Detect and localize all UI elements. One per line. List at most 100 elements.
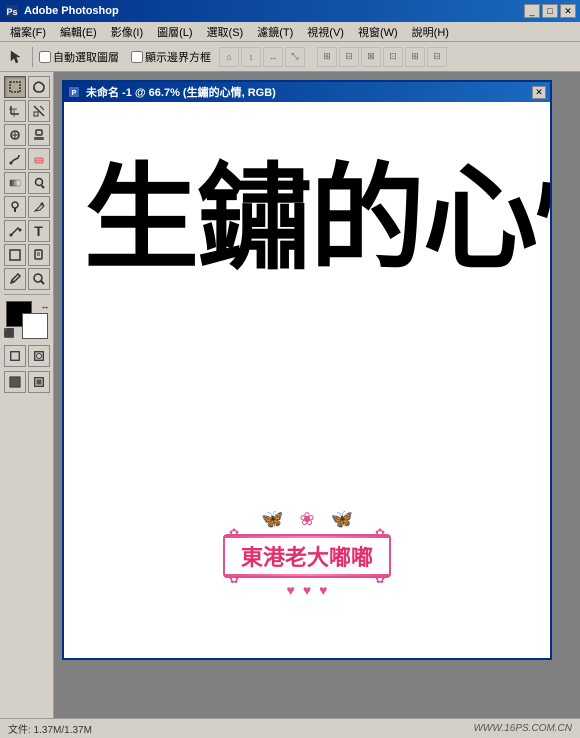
align-btn-2[interactable]: ⊟ [339,47,359,67]
bottom-heart-deco: ♥ ♥ ♥ [287,582,328,598]
crop-tool[interactable] [4,100,26,122]
menu-edit[interactable]: 編輯(E) [54,22,103,42]
full-screen-btn[interactable] [28,371,50,393]
doc-close-button[interactable]: ✕ [532,86,546,99]
align-btn-6[interactable]: ⊟ [427,47,447,67]
tool-row-dodge [4,196,50,218]
transform-btn-4[interactable]: ⤡ [285,47,305,67]
menu-view[interactable]: 視視(V) [301,22,350,42]
swap-colors-icon[interactable]: ↔ [41,301,50,311]
text-tool[interactable]: T [28,220,50,242]
tool-row-eyedrop [4,268,50,290]
history-brush-tool[interactable] [4,148,26,170]
screen-mode-btn[interactable] [4,371,26,393]
show-bounds-checkbox[interactable] [131,51,143,63]
doc-icon: P [68,85,82,99]
main-area: T ↔ ⬛ [0,72,580,718]
transform-btn-2[interactable]: ↕ [241,47,261,67]
tool-row-text: T [4,220,50,242]
healing-tool[interactable] [4,124,26,146]
mode-btns [4,345,50,367]
align-btn-1[interactable]: ⊞ [317,47,337,67]
show-bounds-label: 顯示邊界方框 [145,49,211,65]
extra-btns [4,371,50,393]
doc-area: P 未命名 -1 @ 66.7% (生鏽的心情, RGB) ✕ 生鏽的心情 🦋 [54,72,580,718]
align-btn-4[interactable]: ⊡ [383,47,403,67]
heart-right-icon: ♥ [319,582,327,598]
heart-left-icon: ♥ [287,582,295,598]
menu-image[interactable]: 影像(I) [105,22,149,42]
tools-panel: T ↔ ⬛ [0,72,54,718]
menu-layer[interactable]: 圖層(L) [151,22,198,42]
watermark-text: WWW.16PS.COM.CN [473,723,572,734]
blur-tool[interactable] [28,172,50,194]
transform-btn-1[interactable]: ⌂ [219,47,239,67]
zoom-tool[interactable] [28,268,50,290]
flower-center-icon: ❀ [299,509,314,530]
canvas: 生鏽的心情 🦋 ❀ 🦋 ✿ ✿ [64,102,550,658]
minimize-button[interactable]: _ [524,4,540,18]
background-color[interactable] [22,313,48,339]
eraser-tool[interactable] [28,148,50,170]
top-deco: 🦋 ❀ 🦋 [261,509,353,530]
tool-separator-1 [4,294,50,295]
auto-select-checkbox-area: 自動選取圖層 [39,49,119,65]
main-canvas-text: 生鏽的心情 [84,162,550,277]
tool-row-crop [4,100,50,122]
transform-btn-3[interactable]: ↔ [263,47,283,67]
standard-mode-btn[interactable] [4,345,26,367]
align-btn-5[interactable]: ⊞ [405,47,425,67]
status-bar: 文件: 1.37M/1.37M WWW.16PS.COM.CN [0,718,580,738]
canvas-area[interactable]: 生鏽的心情 🦋 ❀ 🦋 ✿ ✿ [64,102,550,658]
pen-tool[interactable] [28,196,50,218]
menu-select[interactable]: 選取(S) [201,22,250,42]
sub-graphic: 🦋 ❀ 🦋 ✿ ✿ ✿ ✿ [223,509,391,598]
tool-row-shapes [4,244,50,266]
marquee-tool[interactable] [4,76,26,98]
lasso-tool[interactable] [28,76,50,98]
status-doc-info: 文件: 1.37M/1.37M [8,721,465,736]
border-top [225,536,389,538]
show-bounds-checkbox-area: 顯示邊界方框 [131,49,211,65]
toolbar-move-btn[interactable] [4,46,26,68]
dodge-tool[interactable] [4,196,26,218]
butterfly-right-icon: 🦋 [331,509,353,530]
border-bottom [225,574,389,576]
tool-row-gradient [4,172,50,194]
tool-row-heal [4,124,50,146]
butterfly-left-icon: 🦋 [261,509,283,530]
notes-tool[interactable] [28,244,50,266]
gradient-tool[interactable] [4,172,26,194]
doc-title: 未命名 -1 @ 66.7% (生鏽的心情, RGB) [86,84,528,100]
maximize-button[interactable]: □ [542,4,558,18]
align-btns: ⊞ ⊟ ⊠ ⊡ ⊞ ⊟ [317,47,447,67]
heart-center-icon: ♥ [303,582,311,598]
toolbar-separator-1 [32,47,33,67]
doc-window: P 未命名 -1 @ 66.7% (生鏽的心情, RGB) ✕ 生鏽的心情 🦋 [62,80,552,660]
shape-tool[interactable] [4,244,26,266]
tool-row-select [4,76,50,98]
close-button[interactable]: ✕ [560,4,576,18]
window-controls: _ □ ✕ [524,4,576,18]
menu-file[interactable]: 檔案(F) [4,22,52,42]
title-bar: Ps Adobe Photoshop _ □ ✕ [0,0,580,22]
menu-window[interactable]: 視窗(W) [352,22,404,42]
svg-text:Ps: Ps [6,7,17,17]
menu-help[interactable]: 說明(H) [406,22,455,42]
disabled-transform-btns: ⌂ ↕ ↔ ⤡ [219,47,305,67]
auto-select-label: 自動選取圖層 [53,49,119,65]
align-btn-3[interactable]: ⊠ [361,47,381,67]
app-title: Adobe Photoshop [24,5,520,17]
slice-tool[interactable] [28,100,50,122]
eyedropper-tool[interactable] [4,268,26,290]
app-icon: Ps [4,3,20,19]
sub-canvas-text: 東港老大嘟嘟 [241,545,373,570]
tool-row-history [4,148,50,170]
reset-colors-icon[interactable]: ⬛ [4,328,15,339]
path-select-tool[interactable] [4,220,26,242]
stamp-tool[interactable] [28,124,50,146]
sub-border-box: ✿ ✿ ✿ ✿ 東港老大嘟嘟 [223,534,391,578]
auto-select-checkbox[interactable] [39,51,51,63]
quickmask-mode-btn[interactable] [28,345,50,367]
menu-filter[interactable]: 濾鏡(T) [251,22,299,42]
